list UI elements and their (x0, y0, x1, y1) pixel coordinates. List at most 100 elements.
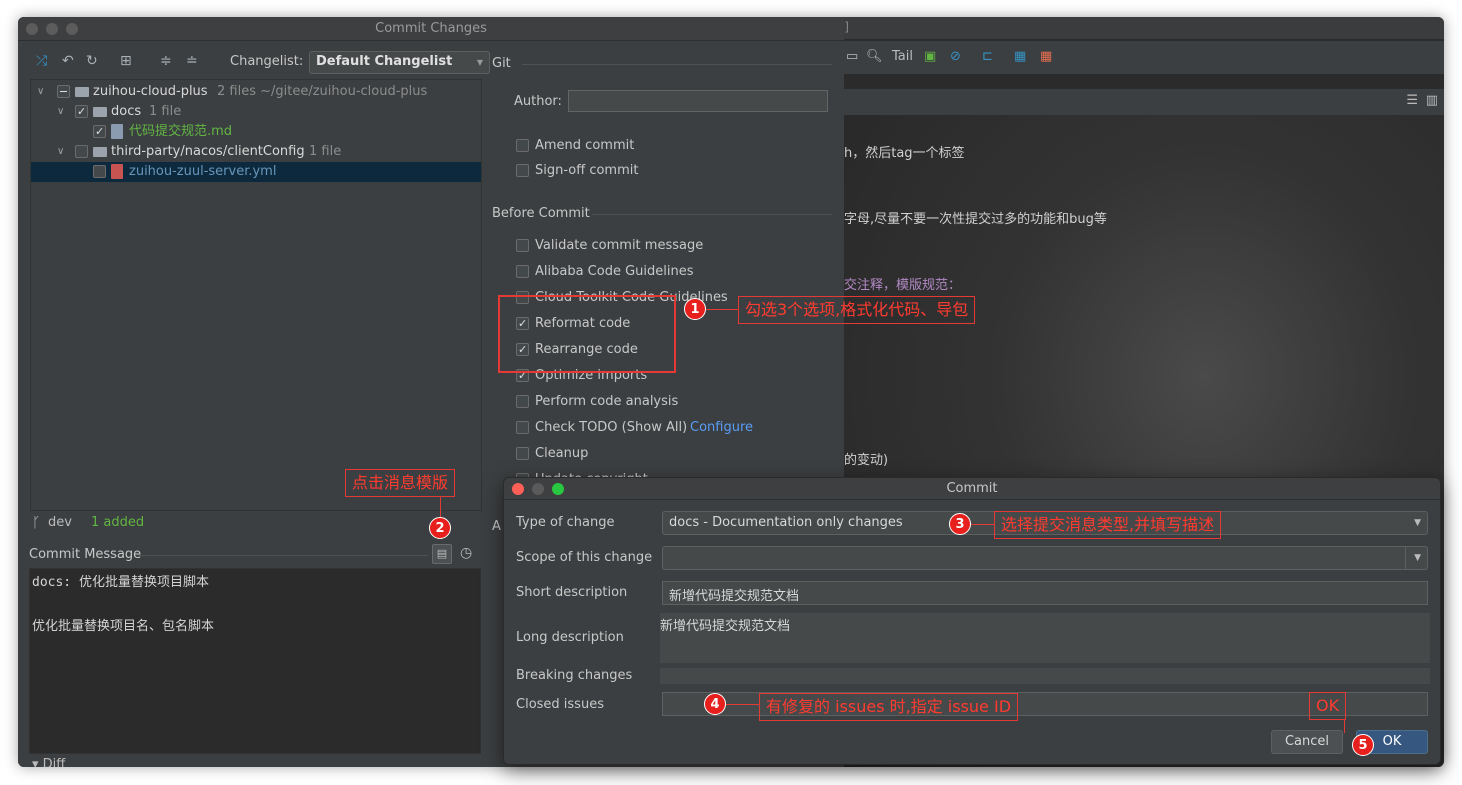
git-options-panel: Git Author: Amend commit Sign-off commit… (492, 49, 842, 534)
search-icon[interactable]: 🔍︎ (866, 49, 883, 64)
long-description-textarea[interactable]: 新增代码提交规范文档 (660, 613, 1430, 663)
short-description-input[interactable]: 新增代码提交规范文档 (662, 581, 1428, 605)
tree-docs-meta: 1 file (149, 104, 182, 119)
refresh-vcs-icon[interactable]: ⤮ (36, 53, 47, 69)
chevron-down-icon: ▼ (476, 58, 483, 67)
diff-section-toggle[interactable]: ▾ Diff (32, 757, 65, 767)
status-bar: ᚴ dev 1 added (30, 515, 482, 537)
commit-template-dialog: Commit Type of change docs - Documentati… (503, 477, 1441, 765)
docs-file-checkbox[interactable] (93, 122, 106, 142)
option-checkbox[interactable] (516, 447, 529, 460)
changes-tree: ∨ zuihou-cloud-plus 2 files ~/gitee/zuih… (30, 79, 482, 511)
editor-line: 字母,尽量不要一次性提交过多的功能和bug等 (844, 212, 1107, 227)
collapse-all-icon[interactable]: ≐ (186, 53, 198, 69)
scope-select[interactable]: ▼ (662, 546, 1428, 570)
tree-row-nacos-file[interactable]: zuihou-zuul-server.yml (31, 162, 481, 182)
annotation-leader-line (440, 497, 441, 517)
chevron-down-icon[interactable]: ∨ (37, 82, 44, 102)
configure-link[interactable]: Configure (690, 418, 753, 438)
option-checkbox[interactable] (516, 239, 529, 252)
dialog-zoom-button[interactable] (552, 483, 564, 495)
annotation-leader-line (1344, 719, 1345, 733)
annotation-number: 2 (429, 517, 451, 539)
dialog-close-button[interactable] (512, 483, 524, 495)
docs-checkbox[interactable] (75, 102, 88, 122)
chevron-down-icon: ▼ (1414, 518, 1421, 528)
list-view-icon[interactable]: ☰ (1406, 93, 1418, 108)
breaking-changes-label: Breaking changes (516, 668, 633, 683)
author-input[interactable] (568, 90, 828, 112)
tail-button[interactable]: Tail (892, 49, 913, 64)
message-template-button[interactable]: ▤ (432, 544, 452, 564)
annotation-number: 3 (949, 513, 971, 535)
annotation-number: 5 (1352, 734, 1374, 756)
option-checkbox[interactable] (516, 395, 529, 408)
tree-nacos-name: third-party/nacos/clientConfig (111, 144, 305, 159)
background-toolbar: ▭ 🔍︎ Tail ▣ ⊘ ⊏ ▦ ▦ (844, 41, 1444, 75)
reload-icon[interactable]: ↻ (86, 53, 98, 69)
scope-label: Scope of this change (516, 550, 653, 565)
chevron-down-icon[interactable]: ∨ (57, 142, 64, 162)
option-label: Perform code analysis (535, 394, 679, 409)
close-window-button[interactable] (26, 23, 38, 35)
author-label: Author: (514, 94, 562, 109)
annotation-leader-line (726, 704, 759, 705)
clear-icon[interactable]: ⊘ (950, 49, 961, 64)
group-by-icon[interactable]: ⊞ (120, 53, 132, 69)
changelist-value: Default Changelist (316, 54, 453, 69)
editor-line: 的变动) (844, 453, 889, 468)
annotation-text: 选择提交消息类型,并填写描述 (994, 511, 1222, 539)
annotation-text: 勾选3个选项,格式化代码、导包 (738, 296, 976, 324)
type-of-change-value: docs - Documentation only changes (669, 515, 903, 530)
option-label: Cleanup (535, 446, 589, 461)
wrap-icon[interactable]: ⊏ (982, 49, 993, 64)
markdown-file-icon (111, 124, 123, 139)
amend-commit-checkbox[interactable] (516, 139, 529, 152)
tree-row-docs-file[interactable]: 代码提交规范.md (31, 122, 481, 142)
type-of-change-label: Type of change (516, 515, 615, 530)
tree-row-root[interactable]: ∨ zuihou-cloud-plus 2 files ~/gitee/zuih… (31, 82, 481, 102)
branch-name[interactable]: dev (48, 515, 72, 530)
annotation-leader-line (706, 309, 738, 310)
option-checkbox[interactable] (516, 265, 529, 278)
chevron-down-icon[interactable]: ∨ (57, 102, 64, 122)
nacos-checkbox[interactable] (75, 145, 88, 158)
yml-file-icon (111, 164, 123, 179)
section-divider (592, 214, 832, 215)
rollback-icon[interactable]: ↶ (62, 53, 74, 69)
editor-line: h，然后tag一个标签 (844, 146, 965, 161)
zoom-window-button[interactable] (66, 23, 78, 35)
section-divider (138, 555, 428, 556)
root-checkbox[interactable] (57, 85, 70, 98)
window-icon[interactable]: ▭ (846, 49, 858, 64)
option-label: Validate commit message (535, 238, 704, 253)
option-checkbox[interactable] (516, 421, 529, 434)
minimize-window-button[interactable] (46, 23, 58, 35)
translate-icon[interactable]: ▦ (1014, 49, 1026, 64)
folder-icon (93, 147, 107, 157)
module-folder-icon (75, 87, 89, 97)
changelist-label: Changelist: (230, 54, 304, 69)
long-description-label: Long description (516, 630, 624, 645)
tree-root-meta: 2 files ~/gitee/zuihou-cloud-plus (217, 84, 428, 99)
history-clock-icon[interactable]: ◷ (460, 545, 472, 561)
cancel-button[interactable]: Cancel (1271, 730, 1343, 754)
closed-issues-label: Closed issues (516, 697, 604, 712)
expand-all-icon[interactable]: ≑ (160, 53, 172, 69)
monitor-icon[interactable]: ▣ (924, 49, 936, 64)
editor-line: 交注释，模版规范： (844, 278, 962, 293)
nacos-file-checkbox[interactable] (93, 165, 106, 178)
short-description-label: Short description (516, 585, 628, 600)
split-view-icon[interactable]: ▥ (1426, 93, 1438, 108)
tree-row-docs[interactable]: ∨ docs 1 file (31, 102, 481, 122)
signoff-commit-checkbox[interactable] (516, 164, 529, 177)
breaking-changes-textarea[interactable] (660, 668, 1430, 684)
tree-row-nacos[interactable]: ∨ third-party/nacos/clientConfig 1 file (31, 142, 481, 162)
commit-message-textarea[interactable]: docs: 优化批量替换项目脚本 优化批量替换项目名、包名脚本 (29, 568, 481, 754)
folder-icon (93, 107, 107, 117)
changelist-dropdown[interactable]: Default Changelist ▼ (309, 51, 490, 74)
annotation-highlight-box (498, 295, 676, 373)
translate-alt-icon[interactable]: ▦ (1040, 49, 1052, 64)
tree-nacos-meta: 1 file (309, 144, 342, 159)
dialog-minimize-button[interactable] (532, 483, 544, 495)
